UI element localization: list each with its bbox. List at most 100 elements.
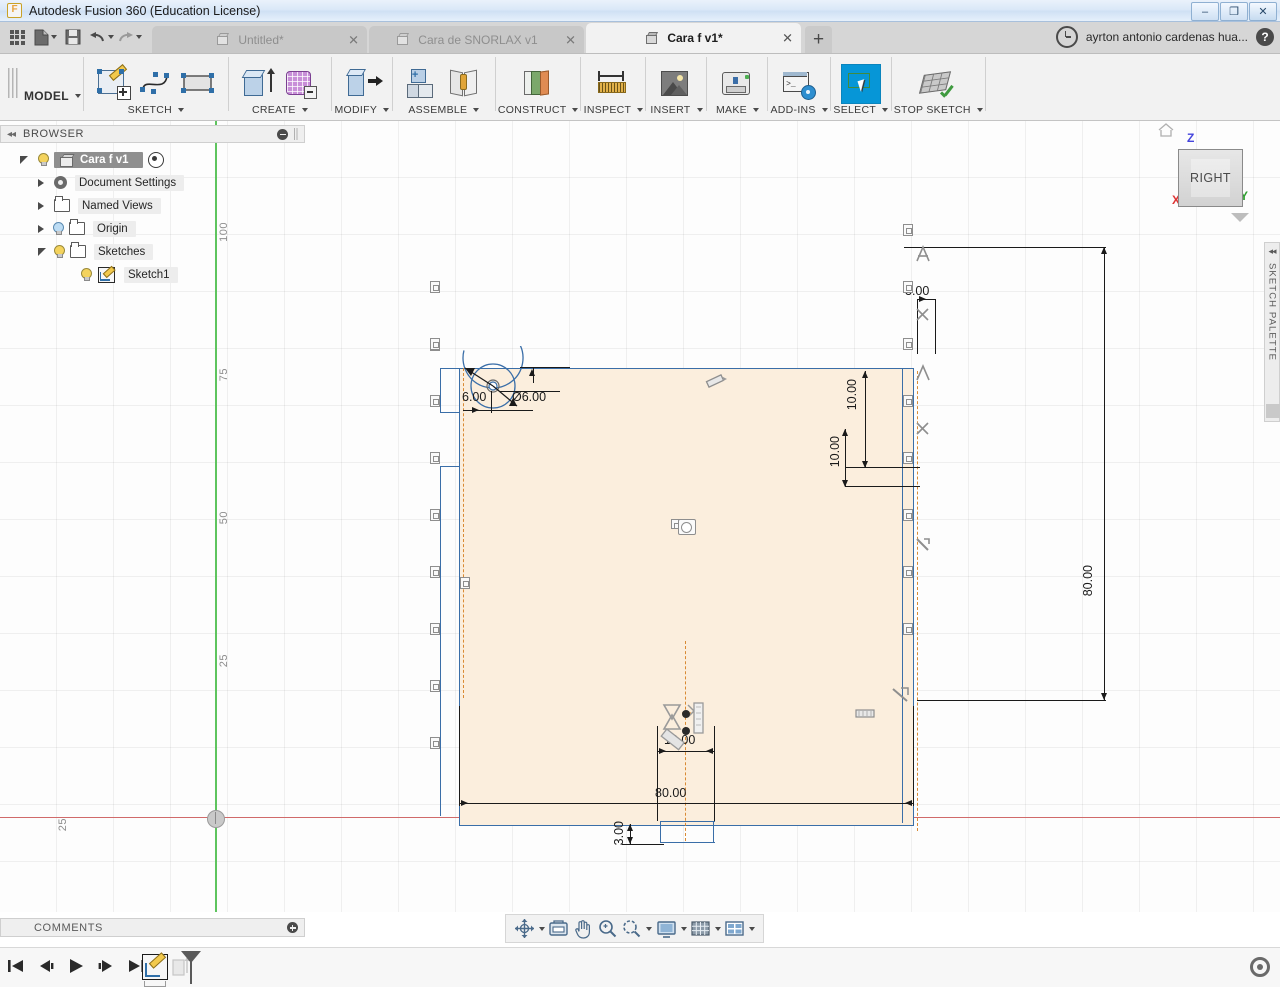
constraint-glyph-group[interactable]: [903, 508, 913, 521]
view-cube-face[interactable]: RIGHT: [1178, 149, 1243, 207]
chevron-down-icon[interactable]: [646, 926, 653, 931]
browser-item-named-views[interactable]: Named Views: [0, 194, 305, 217]
tab-cara-f[interactable]: Cara f v1* ✕: [586, 23, 801, 53]
dimension-80-00-horizontal[interactable]: 80.00: [655, 786, 686, 800]
minimize-button[interactable]: –: [1191, 2, 1219, 21]
dimension-80-00-vertical[interactable]: 80.00: [1081, 565, 1095, 596]
sketch-palette-tab[interactable]: ◂◂ SKETCH PALETTE: [1264, 242, 1280, 422]
constraint-mark[interactable]: [914, 363, 932, 386]
rectangle-button[interactable]: [178, 64, 218, 104]
chevron-down-icon[interactable]: [976, 108, 983, 112]
browser-item-sketches[interactable]: Sketches: [0, 240, 305, 263]
play-icon[interactable]: [66, 956, 86, 976]
sketch-point[interactable]: [681, 522, 692, 533]
constraint-glyph-group[interactable]: [903, 223, 913, 236]
visibility-bulb-icon[interactable]: [52, 222, 64, 235]
chevron-down-icon[interactable]: [301, 108, 308, 112]
expander-down-icon[interactable]: [20, 155, 28, 164]
viewports-button[interactable]: [724, 918, 756, 939]
close-icon[interactable]: ✕: [348, 33, 359, 46]
chevron-down-icon[interactable]: [74, 94, 81, 98]
timeline-marker[interactable]: [181, 951, 201, 984]
constraint-glyph-group[interactable]: [430, 622, 440, 635]
chevron-down-icon[interactable]: [107, 35, 114, 39]
collapse-right-icon[interactable]: ◂◂: [1268, 246, 1276, 257]
chevron-down-icon[interactable]: [538, 926, 545, 931]
close-icon[interactable]: ✕: [565, 33, 576, 46]
chevron-down-icon[interactable]: [821, 108, 828, 112]
constraint-glyph-group[interactable]: [903, 337, 913, 350]
stop-sketch-button[interactable]: [916, 64, 960, 104]
activate-component-icon[interactable]: [147, 151, 164, 168]
timeline-settings-icon[interactable]: [1250, 957, 1270, 977]
constraint-mark[interactable]: [914, 306, 932, 329]
visibility-bulb-icon[interactable]: [80, 268, 92, 281]
home-icon[interactable]: [1158, 123, 1174, 137]
pan-button[interactable]: [572, 918, 593, 939]
chevron-down-icon[interactable]: [749, 926, 756, 931]
close-button[interactable]: ✕: [1249, 2, 1277, 21]
chevron-down-icon[interactable]: [50, 35, 57, 39]
browser-item-cara-f[interactable]: Cara f v1: [0, 148, 305, 171]
clock-icon[interactable]: [1055, 26, 1078, 48]
constraint-glyph-group[interactable]: [430, 280, 440, 293]
tab-cara-de-snorlax[interactable]: Cara de SNORLAX v1 ✕: [369, 26, 584, 53]
orbit-button[interactable]: [514, 918, 545, 939]
display-settings-button[interactable]: [656, 918, 687, 939]
grid-snaps-button[interactable]: [690, 918, 721, 939]
constraint-mark[interactable]: [890, 686, 912, 709]
constraint-mark[interactable]: [914, 244, 932, 269]
chevron-down-icon[interactable]: [637, 108, 644, 112]
tab-untitled[interactable]: Untitled* ✕: [152, 26, 367, 53]
comments-panel[interactable]: COMMENTS: [0, 918, 305, 937]
dimension-10-00-upper[interactable]: 10.00: [845, 379, 859, 410]
chevron-down-icon[interactable]: [752, 108, 759, 112]
new-tab-button[interactable]: +: [805, 26, 832, 53]
close-icon[interactable]: ✕: [782, 32, 793, 45]
constraint-glyph-group[interactable]: [430, 565, 440, 578]
timeline-feature-sketch1[interactable]: [142, 952, 168, 987]
panel-grip[interactable]: [294, 128, 298, 140]
constraint-glyph-group[interactable]: [430, 736, 440, 749]
origin-point[interactable]: [207, 810, 225, 828]
browser-item-sketch1[interactable]: Sketch1: [0, 263, 305, 286]
app-grid-icon[interactable]: [4, 24, 30, 50]
chevron-down-icon[interactable]: [135, 35, 142, 39]
constraint-glyph-group[interactable]: [903, 451, 913, 464]
sketch-line[interactable]: [440, 368, 442, 413]
sketch-line[interactable]: [440, 466, 442, 816]
create-form-button[interactable]: [281, 64, 321, 104]
ribbon-grip[interactable]: [8, 68, 18, 98]
insert-image-button[interactable]: [656, 64, 696, 104]
constraint-mark[interactable]: [855, 706, 875, 724]
step-forward-icon[interactable]: [96, 956, 116, 976]
constraint-glyph-group[interactable]: [903, 565, 913, 578]
visibility-bulb-icon[interactable]: [37, 153, 49, 166]
dimension-3-00-bottom[interactable]: 3.00: [612, 821, 626, 845]
collapse-left-icon[interactable]: ◂◂: [7, 129, 16, 140]
constraint-glyph-group[interactable]: [430, 394, 440, 407]
scripts-addins-button[interactable]: >_: [779, 64, 819, 104]
redo-icon[interactable]: [116, 24, 142, 50]
help-icon[interactable]: ?: [1256, 28, 1274, 46]
dimension-10-00-lower[interactable]: 10.00: [828, 436, 842, 467]
chevron-down-icon[interactable]: [696, 108, 703, 112]
look-at-button[interactable]: [548, 918, 569, 939]
new-component-button[interactable]: +: [403, 64, 443, 104]
expander-down-icon[interactable]: [38, 247, 46, 256]
select-button[interactable]: [840, 64, 881, 104]
chevron-down-icon[interactable]: [473, 108, 480, 112]
sketch-line[interactable]: [660, 842, 715, 844]
collapse-panel-icon[interactable]: [277, 128, 288, 140]
visibility-bulb-icon[interactable]: [53, 245, 65, 258]
browser-item-document-settings[interactable]: Document Settings: [0, 171, 305, 194]
constraint-cluster-bottom[interactable]: [658, 699, 728, 766]
chevron-down-icon[interactable]: [572, 108, 579, 112]
zoom-button[interactable]: [597, 918, 618, 939]
constraint-mark[interactable]: [914, 536, 932, 559]
go-to-beginning-icon[interactable]: [6, 956, 26, 976]
sketch-line[interactable]: [660, 821, 662, 843]
sketch-line[interactable]: [440, 466, 460, 468]
chevron-down-icon[interactable]: [714, 926, 721, 931]
extrude-button[interactable]: [239, 64, 279, 104]
